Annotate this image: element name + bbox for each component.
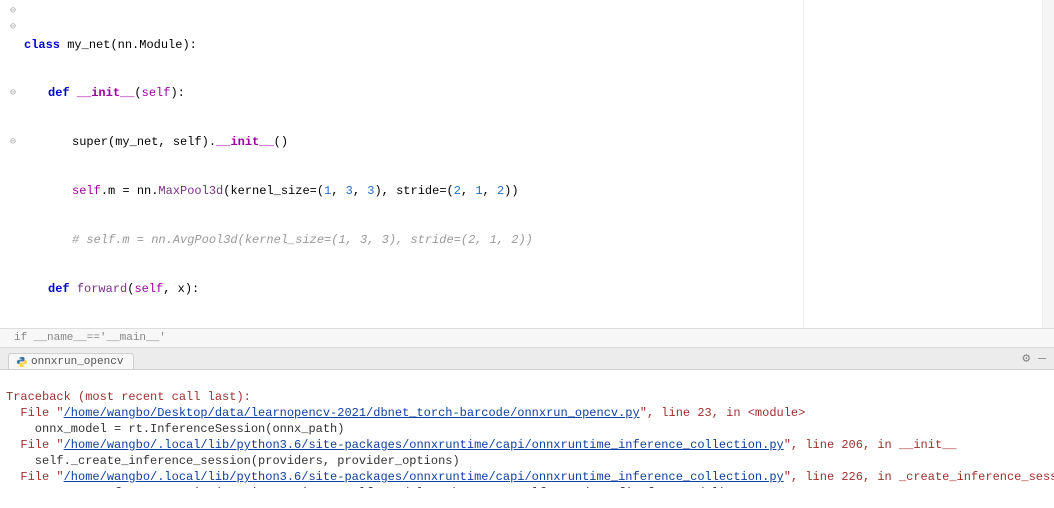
traceback-frame: File "/home/wangbo/Desktop/data/learnope… bbox=[6, 406, 805, 420]
console-output[interactable]: Traceback (most recent call last): File … bbox=[0, 370, 1054, 488]
traceback-code: onnx_model = rt.InferenceSession(onnx_pa… bbox=[6, 422, 344, 436]
tab-run-config[interactable]: onnxrun_opencv bbox=[8, 353, 134, 369]
breadcrumb[interactable]: if __name__=='__main__' bbox=[0, 328, 1054, 348]
breadcrumb-segment[interactable]: if __name__=='__main__' bbox=[14, 332, 166, 344]
code-editor[interactable]: ⊖ ⊖ ⊖ ⊖ class my_net(nn.Module): def __i… bbox=[0, 0, 1054, 328]
traceback-code: sess = C.InferenceSession(session_option… bbox=[6, 486, 726, 488]
fold-icon[interactable]: ⊖ bbox=[10, 136, 20, 146]
fold-icon[interactable]: ⊖ bbox=[10, 5, 20, 15]
gear-icon[interactable]: ⚙ bbox=[1022, 351, 1030, 366]
fold-icon[interactable]: ⊖ bbox=[10, 21, 20, 31]
traceback-code: self._create_inference_session(providers… bbox=[6, 454, 460, 468]
python-icon bbox=[17, 357, 27, 367]
editor-gutter: ⊖ ⊖ ⊖ ⊖ bbox=[0, 0, 24, 328]
tab-label: onnxrun_opencv bbox=[31, 356, 123, 368]
traceback-frame: File "/home/wangbo/.local/lib/python3.6/… bbox=[6, 438, 957, 452]
traceback-header: Traceback (most recent call last): bbox=[6, 390, 251, 404]
traceback-frame: File "/home/wangbo/.local/lib/python3.6/… bbox=[6, 470, 1054, 484]
minimize-icon[interactable]: — bbox=[1038, 351, 1046, 366]
code-area[interactable]: class my_net(nn.Module): def __init__(se… bbox=[24, 0, 1054, 328]
editor-split-divider[interactable] bbox=[803, 0, 804, 328]
fold-icon[interactable]: ⊖ bbox=[10, 87, 20, 97]
console-tabbar: onnxrun_opencv ⚙ — bbox=[0, 348, 1054, 370]
editor-minimap[interactable] bbox=[1042, 0, 1054, 328]
